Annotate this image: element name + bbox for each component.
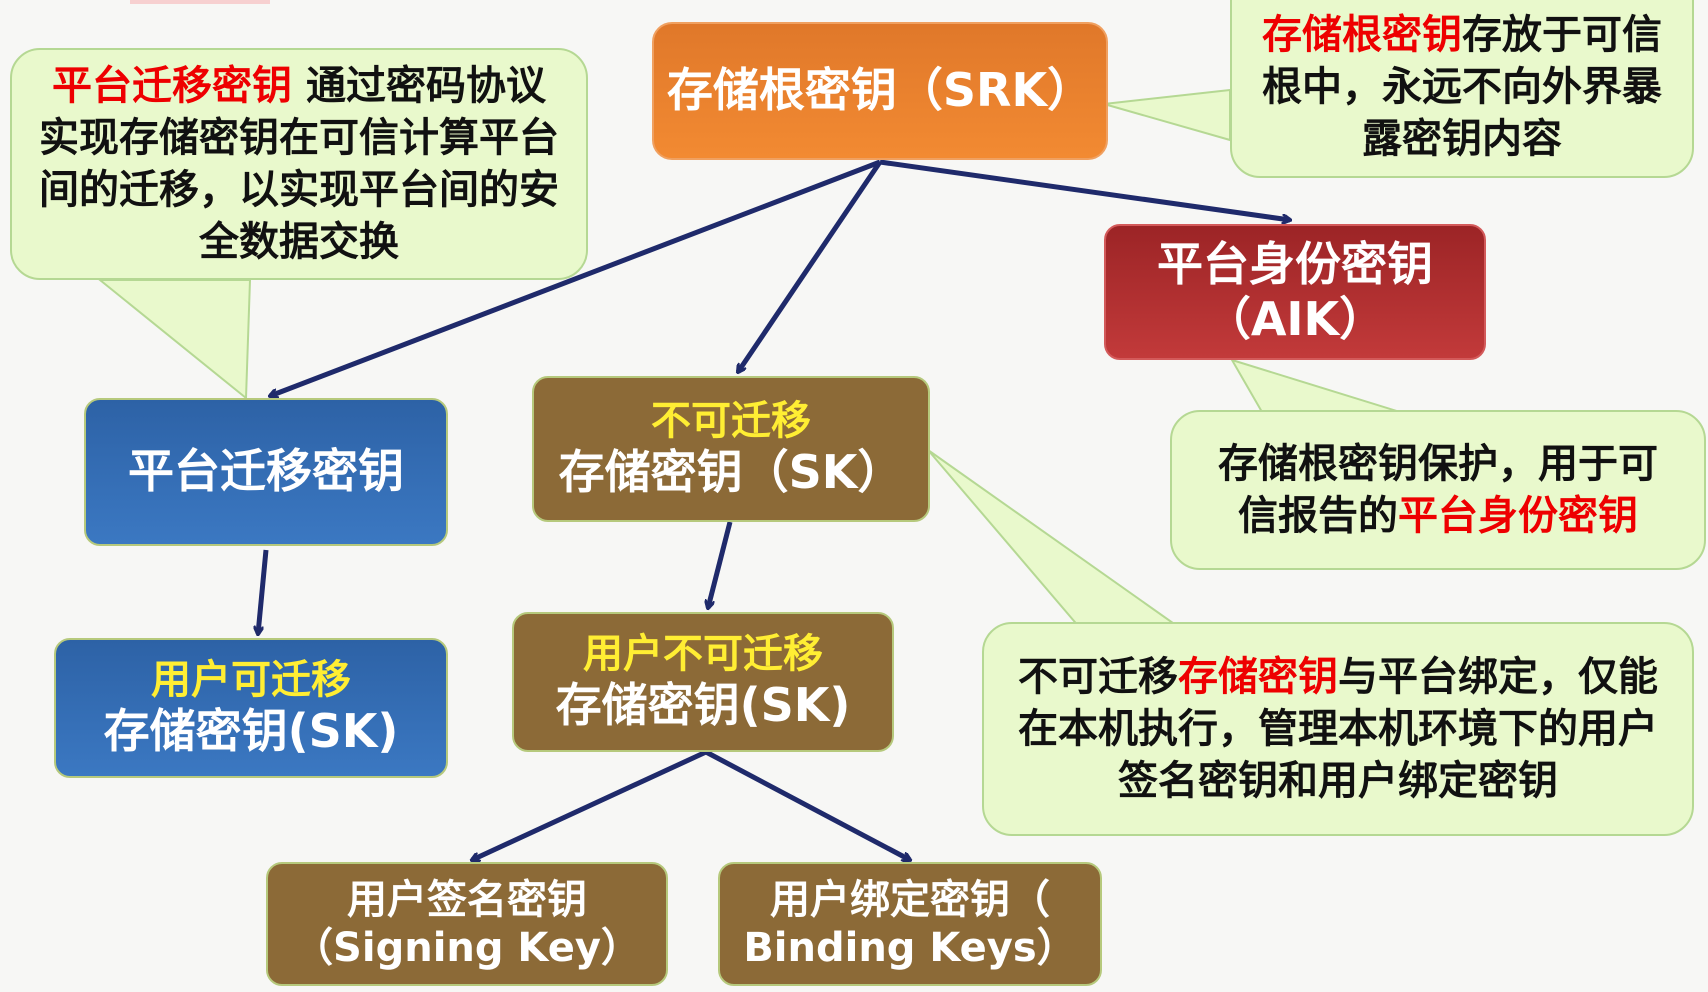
node-usermig-line1: 用户可迁移 (151, 657, 351, 704)
callout-nonmig-highlight: 存储密钥 (1178, 654, 1338, 700)
node-aik-line1: 平台身份密钥 (1157, 236, 1433, 291)
node-binding-line2: Binding Keys） (743, 925, 1077, 971)
callout-migration-highlight: 平台迁移密钥 (52, 63, 293, 109)
callout-tail-migration (97, 279, 252, 401)
arrow-srk-to-nonmig (738, 160, 883, 372)
node-usermig-line2: 存储密钥(SK) (103, 704, 399, 759)
node-aik-line2: （AIK） (1204, 292, 1386, 346)
callout-srk-highlight: 存储根密钥 (1262, 12, 1462, 58)
arrow-usernonmig-to-binding (704, 749, 910, 863)
node-platform-migration-key: 平台迁移密钥 (84, 398, 448, 546)
node-migration-label: 平台迁移密钥 (128, 444, 404, 499)
node-user-nonmigratable-sk: 用户不可迁移 存储密钥(SK) (512, 612, 894, 752)
node-usernonmig-line2: 存储密钥(SK) (555, 678, 851, 733)
node-srk: 存储根密钥（SRK） (652, 22, 1108, 160)
callout-aik-highlight: 平台身份密钥 (1398, 493, 1638, 539)
arrow-srk-to-aik (879, 159, 1290, 220)
callout-tail-nonmig (927, 449, 1184, 629)
node-nonmig-line1: 不可迁移 (651, 398, 811, 445)
node-nonmig-line2: 存储密钥（SK） (558, 445, 904, 500)
node-user-migratable-sk: 用户可迁移 存储密钥(SK) (54, 638, 448, 778)
node-signing-key: 用户签名密钥 （Signing Key） (266, 862, 668, 986)
cropped-text-fragment (130, 0, 270, 4)
node-aik: 平台身份密钥 （AIK） (1104, 224, 1486, 360)
node-usernonmig-line1: 用户不可迁移 (583, 631, 823, 678)
callout-srk: 存储根密钥存放于可信根中，永远不向外界暴露密钥内容 (1230, 0, 1694, 178)
node-srk-label: 存储根密钥（SRK） (666, 63, 1094, 118)
node-signing-line1: 用户签名密钥 (347, 877, 587, 923)
node-signing-line2: （Signing Key） (293, 925, 641, 971)
key-hierarchy-diagram: 平台迁移密钥 通过密码协议实现存储密钥在可信计算平台间的迁移，以实现平台间的安全… (0, 0, 1708, 992)
callout-nonmigratable: 不可迁移存储密钥与平台绑定，仅能在本机执行，管理本机环境下的用户签名密钥和用户绑… (982, 622, 1694, 836)
node-binding-line1: 用户绑定密钥（ (770, 877, 1050, 923)
callout-nonmig-prefix: 不可迁移 (1018, 654, 1178, 700)
arrow-usernonmig-to-signing (472, 749, 708, 860)
callout-tail-srk (1103, 88, 1231, 142)
node-nonmigratable-sk: 不可迁移 存储密钥（SK） (532, 376, 930, 522)
arrow-nonmig-to-usernonmig (708, 521, 733, 608)
node-binding-keys: 用户绑定密钥（ Binding Keys） (718, 862, 1102, 986)
callout-migration-key: 平台迁移密钥 通过密码协议实现存储密钥在可信计算平台间的迁移，以实现平台间的安全… (10, 48, 588, 280)
callout-aik: 存储根密钥保护，用于可信报告的平台身份密钥 (1170, 410, 1706, 570)
callout-tail-aik (1229, 358, 1401, 413)
arrow-migration-to-usermig (258, 549, 269, 634)
